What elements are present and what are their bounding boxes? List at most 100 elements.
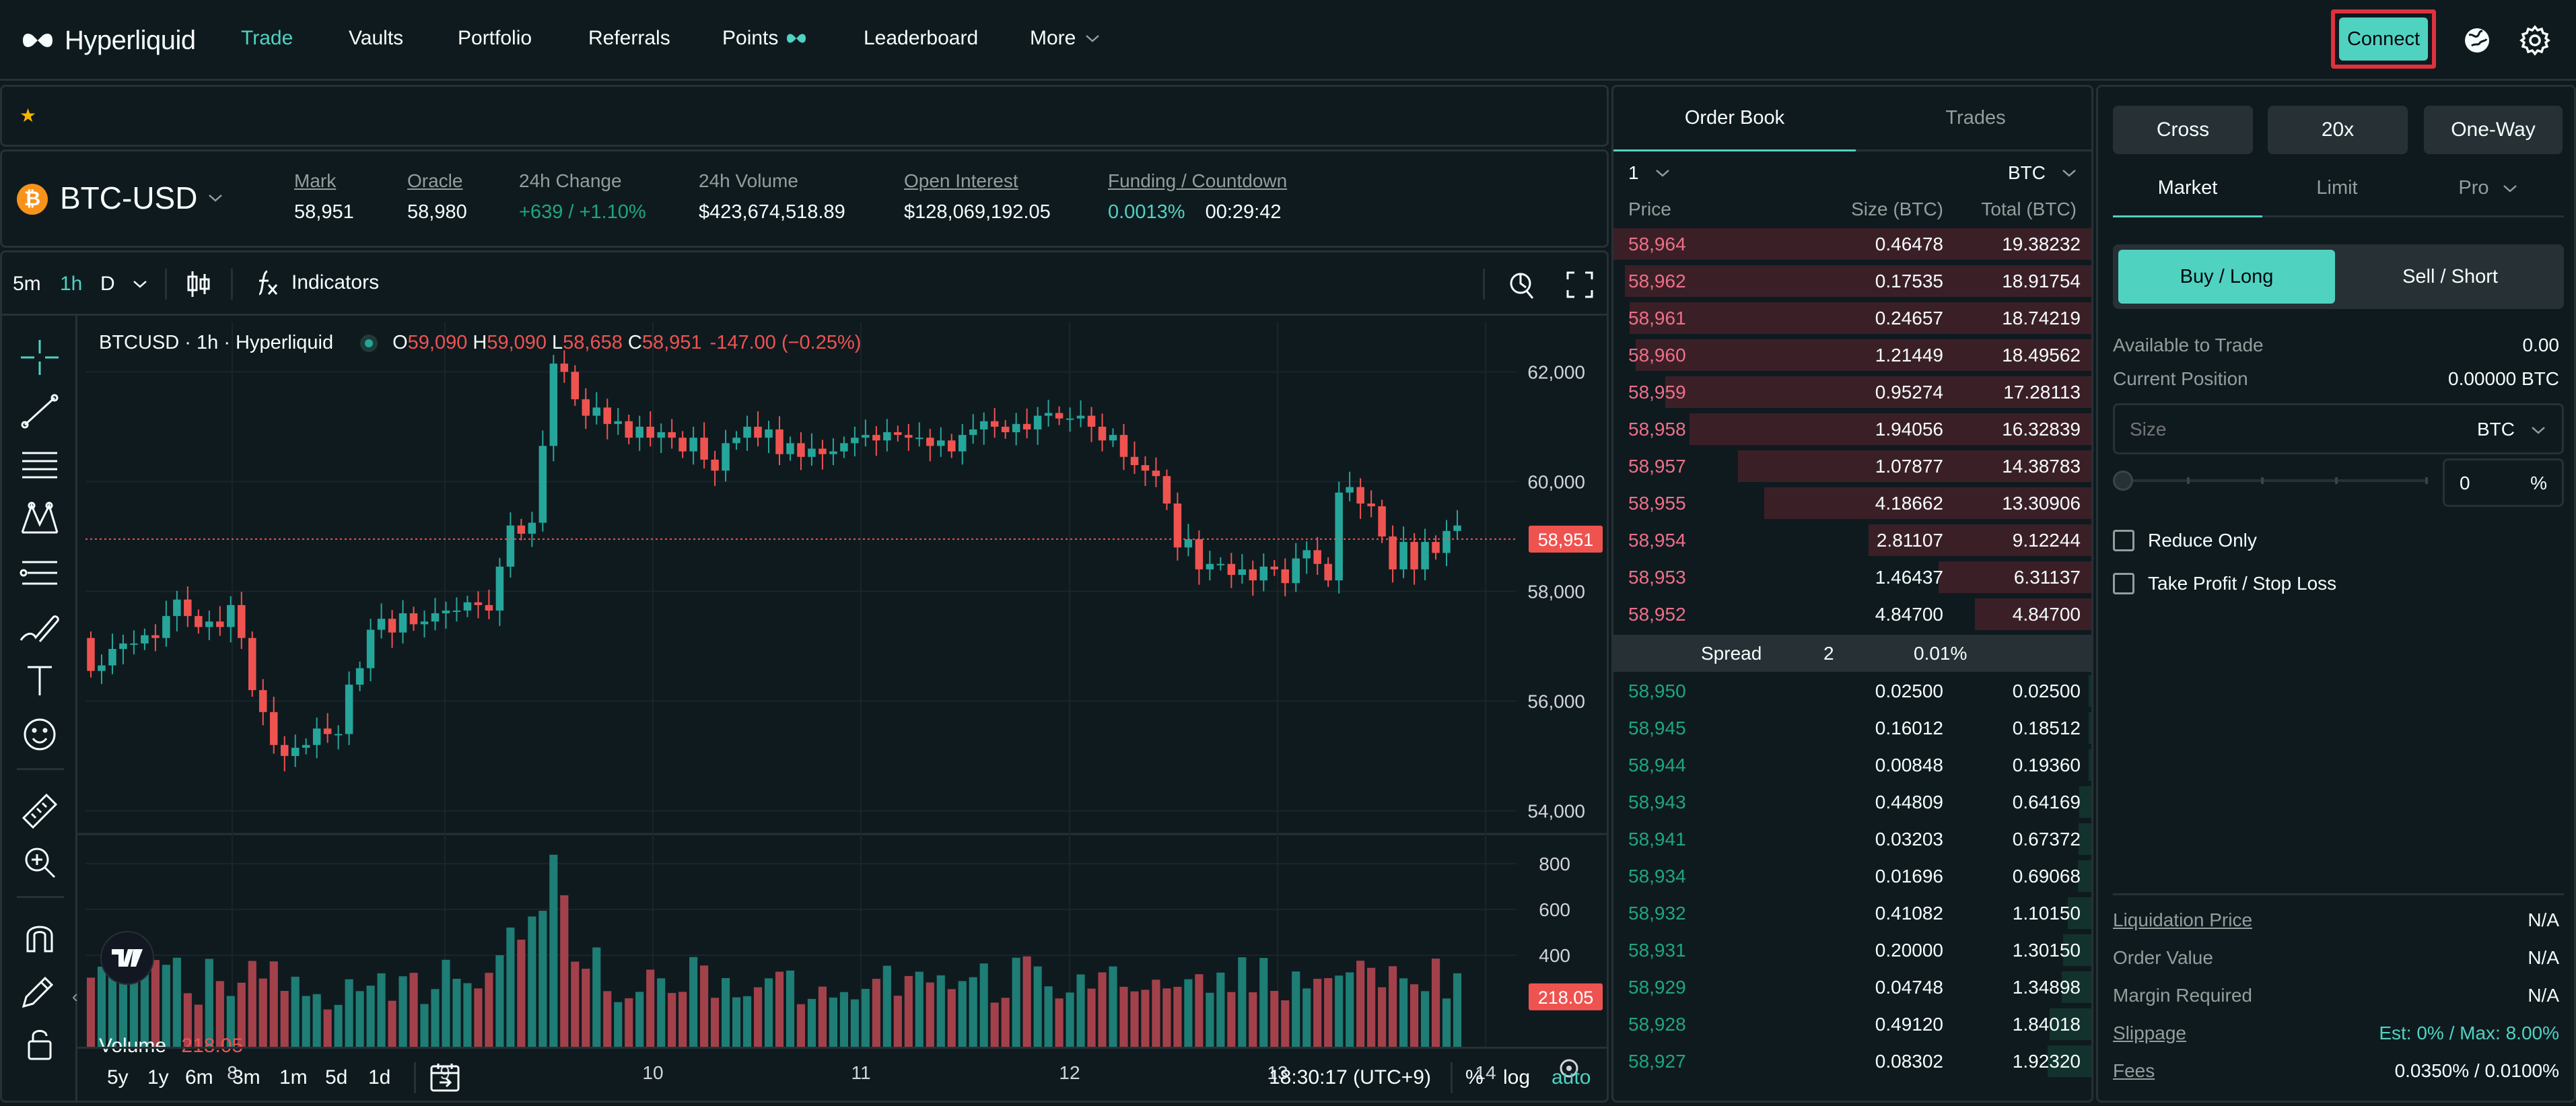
indicators-button[interactable]: Indicators [254, 267, 379, 298]
nav-trade[interactable]: Trade [241, 27, 293, 50]
replay-icon[interactable] [1506, 267, 1538, 301]
bid-row[interactable]: 58,929 0.04748 1.34898 [1613, 969, 2091, 1006]
ask-row[interactable]: 58,959 0.95274 17.28113 [1613, 374, 2091, 411]
chevron-down-icon[interactable] [133, 279, 147, 289]
bid-row[interactable]: 58,927 0.08302 1.92320 [1613, 1043, 2091, 1080]
text-icon[interactable] [15, 659, 64, 702]
range-3m[interactable]: 3m [232, 1066, 260, 1089]
group-size-select[interactable]: 1 [1628, 162, 1670, 184]
ask-row[interactable]: 58,958 1.94056 16.32839 [1613, 411, 2091, 448]
order-tab-market[interactable]: Market [2113, 161, 2262, 217]
chart-clock[interactable]: 18:30:17 (UTC+9) [1269, 1066, 1431, 1089]
interval-5m[interactable]: 5m [13, 273, 41, 296]
range-5y[interactable]: 5y [107, 1066, 129, 1089]
symbol-selector[interactable]: BTC-USD [60, 180, 223, 216]
nav-referrals[interactable]: Referrals [588, 27, 670, 50]
margin-mode-button[interactable]: Cross [2113, 106, 2253, 154]
gear-icon[interactable] [2519, 24, 2551, 57]
tab-order-book[interactable]: Order Book [1613, 87, 1856, 151]
stat-funding-label[interactable]: Funding / Countdown [1108, 170, 1287, 192]
range-1m[interactable]: 1m [279, 1066, 308, 1089]
range-6m[interactable]: 6m [185, 1066, 213, 1089]
range-5d[interactable]: 5d [325, 1066, 347, 1089]
auto-scale-toggle[interactable]: auto [1552, 1066, 1591, 1089]
zoom-icon[interactable] [15, 841, 64, 884]
tpsl-option[interactable]: Take Profit / Stop Loss [2113, 573, 2336, 594]
ask-row[interactable]: 58,957 1.07877 14.38783 [1613, 448, 2091, 485]
reduce-only-option[interactable]: Reduce Only [2113, 530, 2257, 551]
nav-portfolio[interactable]: Portfolio [458, 27, 532, 50]
nav-points[interactable]: Points [722, 27, 808, 50]
magnet-icon[interactable] [15, 915, 64, 958]
ask-row[interactable]: 58,952 4.84700 4.84700 [1613, 596, 2091, 633]
ask-row[interactable]: 58,955 4.18662 13.30906 [1613, 485, 2091, 522]
crosshair-icon[interactable] [15, 336, 64, 379]
bid-row[interactable]: 58,945 0.16012 0.18512 [1613, 710, 2091, 747]
reduce-only-checkbox[interactable] [2113, 530, 2134, 551]
fees-label[interactable]: Fees [2113, 1060, 2155, 1082]
pattern-icon[interactable] [15, 497, 64, 541]
tradingview-icon[interactable] [100, 931, 154, 985]
fib-icon[interactable] [15, 444, 64, 487]
liquidation-price-label[interactable]: Liquidation Price [2113, 909, 2252, 931]
log-scale-toggle[interactable]: log [1503, 1066, 1530, 1089]
collapse-toolbar-icon[interactable]: ‹ [72, 986, 78, 1007]
nav-vaults[interactable]: Vaults [349, 27, 403, 50]
bid-row[interactable]: 58,931 0.20000 1.30150 [1613, 932, 2091, 969]
interval-d[interactable]: D [100, 273, 115, 296]
nav-leaderboard[interactable]: Leaderboard [864, 27, 978, 50]
lock-pencil-icon[interactable] [15, 969, 64, 1012]
percent-scale-toggle[interactable]: % [1465, 1066, 1484, 1089]
bid-row[interactable]: 58,928 0.49120 1.84018 [1613, 1006, 2091, 1043]
tab-trades[interactable]: Trades [1856, 87, 2091, 151]
size-slider-knob[interactable] [2113, 471, 2133, 491]
bid-row[interactable]: 58,950 0.02500 0.02500 [1613, 672, 2091, 710]
chevron-down-icon[interactable] [2531, 425, 2546, 435]
interval-1h[interactable]: 1h [60, 273, 82, 296]
brush-icon[interactable] [15, 605, 64, 648]
fullscreen-icon[interactable] [1565, 270, 1595, 300]
trend-line-icon[interactable] [15, 390, 64, 433]
globe-icon[interactable] [2462, 26, 2492, 55]
favorite-star-icon[interactable]: ★ [20, 104, 36, 127]
buy-long-button[interactable]: Buy / Long [2118, 250, 2335, 304]
price-chart[interactable]: 62,00060,00058,00056,00054,0008006004008… [77, 316, 1607, 1103]
slippage-label[interactable]: Slippage [2113, 1023, 2186, 1044]
brand-logo[interactable]: Hyperliquid [20, 20, 196, 61]
leverage-button[interactable]: 20x [2268, 106, 2408, 154]
projection-icon[interactable] [15, 551, 64, 594]
unit-select[interactable]: BTC [2008, 162, 2077, 184]
range-1y[interactable]: 1y [147, 1066, 169, 1089]
calendar-icon[interactable] [427, 1061, 462, 1095]
bid-row[interactable]: 58,934 0.01696 0.69068 [1613, 858, 2091, 895]
emoji-icon[interactable] [15, 713, 64, 756]
bid-row[interactable]: 58,944 0.00848 0.19360 [1613, 747, 2091, 784]
lock-icon[interactable] [15, 1023, 64, 1066]
size-slider[interactable] [2113, 471, 2435, 491]
percent-field[interactable]: 0 % [2443, 458, 2564, 507]
order-tab-pro[interactable]: Pro [2412, 161, 2564, 217]
sell-short-button[interactable]: Sell / Short [2342, 250, 2558, 304]
range-1d[interactable]: 1d [368, 1066, 390, 1089]
bid-row[interactable]: 58,941 0.03203 0.67372 [1613, 821, 2091, 858]
ask-row[interactable]: 58,953 1.46437 6.31137 [1613, 559, 2091, 596]
ask-row[interactable]: 58,962 0.17535 18.91754 [1613, 263, 2091, 300]
order-tab-limit[interactable]: Limit [2262, 161, 2412, 217]
ask-row[interactable]: 58,964 0.46478 19.38232 [1613, 226, 2091, 263]
size-unit[interactable]: BTC [2477, 419, 2515, 440]
size-input[interactable] [2128, 416, 2384, 443]
ask-row[interactable]: 58,954 2.81107 9.12244 [1613, 522, 2091, 559]
nav-more[interactable]: More [1030, 27, 1100, 50]
connect-button[interactable]: Connect [2339, 18, 2428, 61]
size-field[interactable]: BTC [2113, 403, 2564, 454]
candle-type-icon[interactable] [185, 269, 212, 300]
ask-row[interactable]: 58,960 1.21449 18.49562 [1613, 337, 2091, 374]
bid-row[interactable]: 58,932 0.41082 1.10150 [1613, 895, 2091, 932]
ruler-icon[interactable] [15, 787, 64, 830]
tpsl-checkbox[interactable] [2113, 573, 2134, 594]
bid-row[interactable]: 58,943 0.44809 0.64169 [1613, 784, 2091, 821]
ask-row[interactable]: 58,961 0.24657 18.74219 [1613, 300, 2091, 337]
position-mode-button[interactable]: One-Way [2424, 106, 2563, 154]
stat-oracle-label[interactable]: Oracle [407, 170, 467, 192]
stat-open-interest-label[interactable]: Open Interest [904, 170, 1051, 192]
